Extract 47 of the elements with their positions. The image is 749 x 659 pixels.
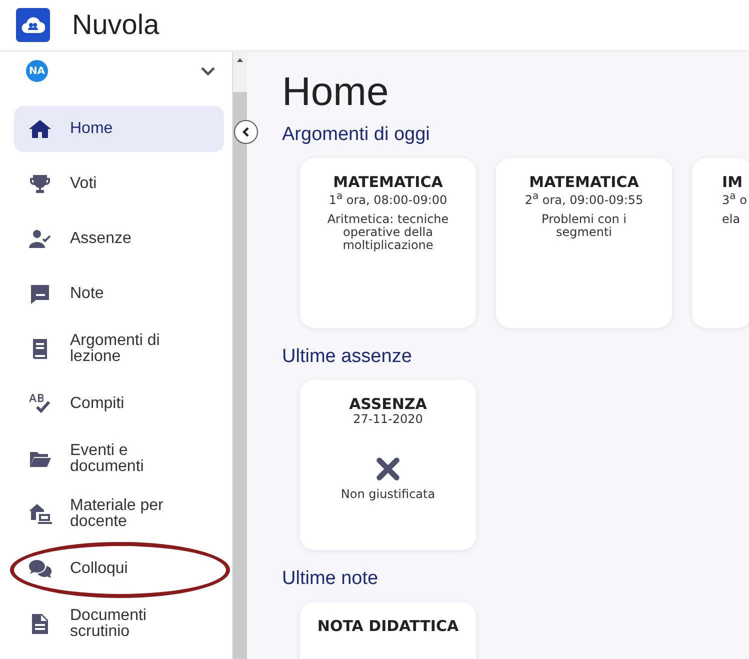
ab-icon (28, 392, 52, 416)
user-avatar[interactable]: NA (26, 60, 48, 82)
absence-status: Non giustificata (340, 488, 436, 501)
lesson-topic: Aritmetica: tecniche operative della moltiplicazione (326, 213, 450, 252)
sidebar-item[interactable]: Argomenti di lezione (14, 326, 224, 372)
sidebar-item[interactable]: Voti (14, 161, 224, 207)
user-check-icon (28, 227, 52, 251)
card-title: NOTA DIDATTICA (317, 618, 459, 634)
scroll-up-icon[interactable] (237, 58, 243, 62)
absence-card[interactable]: ASSENZA 27-11-2020 Non giustificata (300, 380, 476, 550)
card-subtitle: 3$^{a}$ o (722, 190, 747, 207)
page-title: Home (282, 69, 390, 116)
lesson-topic: Problemi con i segmenti (540, 213, 628, 239)
sidebar-item[interactable]: Eventi e documenti (14, 436, 224, 482)
card-subtitle: 2$^{a}$ ora, 09:00-09:55 (524, 190, 644, 207)
sidebar-item[interactable]: Documenti scrutinio (14, 601, 224, 647)
chevron-left-icon (242, 127, 250, 137)
cloud-logo-icon (16, 8, 50, 42)
card-title: MATEMATICA (333, 174, 443, 190)
chat-icon (28, 557, 52, 581)
note-icon (28, 282, 52, 306)
card-subtitle: 1$^{a}$ ora, 08:00-09:00 (328, 190, 448, 207)
lesson-card[interactable]: MATEMATICA 2$^{a}$ ora, 09:00-09:55 Problemi con i segmenti (496, 158, 672, 328)
card-title: ASSENZA (349, 396, 427, 412)
card-title: IM (722, 174, 743, 190)
sidebar-item[interactable]: Colloqui (14, 546, 224, 592)
sidebar-item[interactable]: Assenze (14, 216, 224, 262)
chevron-down-icon[interactable] (200, 66, 216, 76)
scrollbar[interactable] (232, 52, 247, 659)
lesson-card[interactable]: MATEMATICA 1$^{a}$ ora, 08:00-09:00 Aritmetica: tecniche operative della moltiplicazione (300, 158, 476, 328)
house-laptop-icon (28, 502, 52, 526)
section-title: Argomenti di oggi (282, 124, 431, 146)
sidebar-item[interactable]: Note (14, 271, 224, 317)
card-title: MATEMATICA (529, 174, 639, 190)
sidebar-item[interactable]: Compiti (14, 381, 224, 427)
sidebar-item[interactable]: Materiale per docente (14, 491, 224, 537)
section-title: Ultime assenze (282, 346, 413, 368)
trophy-icon (28, 172, 52, 196)
sidebar-item[interactable]: Home (14, 106, 224, 152)
section-title: Ultime note (282, 568, 380, 590)
home-icon (28, 117, 52, 141)
cross-icon (375, 456, 401, 482)
lesson-card[interactable]: IM 3$^{a}$ o ela (692, 158, 749, 328)
lesson-topic: ela (722, 213, 740, 226)
app-title: Nuvola (72, 9, 160, 41)
note-card[interactable]: NOTA DIDATTICA (300, 602, 476, 659)
card-subtitle: 27-11-2020 (353, 412, 423, 426)
